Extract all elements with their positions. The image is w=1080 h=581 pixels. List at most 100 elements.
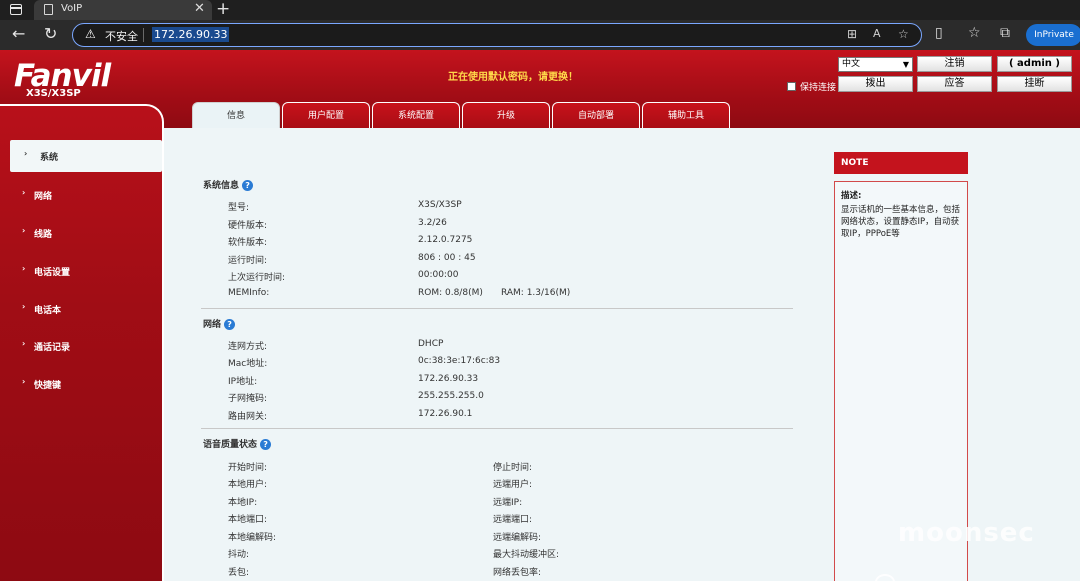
sidebar-item-network[interactable]: › 网络: [0, 179, 160, 211]
web-page: Fanvil X3S/X3SP 正在使用默认密码，请更换！ 中文 ▼ 注销 ( …: [0, 50, 1080, 581]
tab-auto-provision[interactable]: 自动部署: [552, 102, 640, 128]
chevron-right-icon: ›: [24, 149, 28, 158]
help-icon[interactable]: ?: [224, 319, 236, 330]
chevron-right-icon: ›: [22, 377, 26, 386]
field-label: 本地端口:: [228, 515, 268, 525]
keep-connected-label: 保持连接: [800, 83, 837, 93]
answer-button[interactable]: 应答: [917, 76, 992, 92]
field-label: 远端用户:: [493, 480, 533, 490]
sidebar-item-system[interactable]: › 系统: [10, 140, 162, 172]
app-available-icon[interactable]: ⊞: [847, 27, 857, 41]
new-tab-button[interactable]: +: [216, 0, 230, 19]
logout-button[interactable]: 注销: [917, 56, 992, 72]
field-label: 路由网关:: [228, 412, 268, 422]
field-label: 软件版本:: [228, 238, 268, 248]
field-label: 子网掩码:: [228, 394, 268, 404]
tab-info[interactable]: 信息: [192, 102, 280, 128]
field-label: 运行时间:: [228, 256, 268, 266]
sidebar-item-phonebook[interactable]: › 电话本: [0, 293, 160, 325]
sidebar-item-label: 快捷键: [34, 381, 62, 391]
watermark: moonsec: [898, 518, 1035, 548]
field-label: 远端IP:: [493, 498, 523, 508]
inprivate-badge[interactable]: InPrivate: [1026, 24, 1080, 46]
insecure-label: 不安全: [105, 30, 138, 43]
voice-quality-title: 语音质量状态?: [203, 437, 272, 450]
sidebar-item-label: 网络: [34, 192, 53, 202]
address-bar: ← ↻ ⚠ 不安全 172.26.90.33 ⊞ A ☆ ▯ ☆ ⧉: [0, 20, 1080, 50]
field-value: DHCP: [418, 339, 444, 349]
field-label: IP地址:: [228, 377, 258, 387]
close-tab-icon[interactable]: ✕: [194, 1, 205, 16]
reload-button[interactable]: ↻: [44, 24, 57, 43]
field-label: 网络丢包率:: [493, 568, 542, 578]
chevron-right-icon: ›: [22, 226, 26, 235]
field-value: 806 : 00 : 45: [418, 253, 476, 263]
sidebar-item-label: 通话记录: [34, 343, 71, 353]
tab-title: VoIP: [61, 3, 83, 14]
tab-tools[interactable]: 辅助工具: [642, 102, 730, 128]
hangup-button[interactable]: 挂断: [997, 76, 1072, 92]
window-menu-icon[interactable]: [10, 4, 22, 15]
field-label: 远端端口:: [493, 515, 533, 525]
help-icon[interactable]: ?: [260, 439, 272, 450]
field-label: 本地IP:: [228, 498, 258, 508]
help-icon[interactable]: ?: [242, 180, 254, 191]
note-header: NOTE: [834, 152, 968, 174]
field-label: 最大抖动缓冲区:: [493, 550, 560, 560]
field-value: 172.26.90.33: [418, 374, 479, 384]
field-label: 开始时间:: [228, 463, 268, 473]
split-screen-icon[interactable]: ▯: [935, 25, 943, 41]
field-label: Mac地址:: [228, 359, 268, 369]
section-divider: [201, 308, 793, 309]
chevron-right-icon: ›: [22, 302, 26, 311]
chevron-right-icon: ›: [22, 264, 26, 273]
tab-upgrade[interactable]: 升级: [462, 102, 550, 128]
browser-tab-strip: VoIP ✕ +: [0, 0, 1080, 20]
favorite-star-icon[interactable]: ☆: [898, 27, 909, 41]
sidebar-item-phone-settings[interactable]: › 电话设置: [0, 255, 160, 287]
sidebar-item-label: 线路: [34, 230, 53, 240]
field-value: X3S/X3SP: [418, 200, 462, 210]
sidebar-item-label: 电话设置: [34, 268, 71, 278]
section-title: 网络: [203, 320, 222, 330]
sidebar-item-label: 电话本: [34, 306, 62, 316]
chevron-right-icon: ›: [22, 339, 26, 348]
omnibox-separator: [143, 28, 144, 42]
document-icon: [44, 4, 53, 15]
collections-icon[interactable]: ⧉: [1000, 25, 1010, 41]
chevron-right-icon: ›: [22, 188, 26, 197]
language-select[interactable]: 中文 ▼: [838, 57, 913, 72]
field-value: ROM: 0.8/8(M): [418, 288, 483, 298]
favorites-icon[interactable]: ☆: [968, 25, 981, 41]
field-value: 255.255.255.0: [418, 391, 484, 401]
note-title: 描述:: [841, 191, 862, 201]
url-field[interactable]: ⚠ 不安全 172.26.90.33 ⊞ A ☆: [72, 23, 922, 47]
keep-connected[interactable]: 保持连接: [787, 80, 836, 93]
warning-icon: ⚠: [85, 27, 96, 41]
field-value: 00:00:00: [418, 270, 459, 280]
dial-button[interactable]: 拨出: [838, 76, 913, 92]
note-text: 显示话机的一些基本信息，包括网络状态，设置静态IP，自动获取IP，PPPoE等: [841, 205, 961, 239]
section-title: 系统信息: [203, 181, 240, 191]
browser-tab[interactable]: VoIP ✕: [34, 0, 212, 20]
sidebar-item-line[interactable]: › 线路: [0, 217, 160, 249]
field-value: 2.12.0.7275: [418, 235, 473, 245]
field-label: 连网方式:: [228, 342, 268, 352]
tab-system-config[interactable]: 系统配置: [372, 102, 460, 128]
field-label: 丢包:: [228, 568, 250, 578]
language-value: 中文: [842, 59, 861, 69]
system-info-title: 系统信息?: [203, 178, 254, 191]
section-divider: [201, 428, 793, 429]
field-value: 172.26.90.1: [418, 409, 473, 419]
sidebar-item-shortcuts[interactable]: › 快捷键: [0, 368, 160, 400]
read-aloud-icon[interactable]: A: [873, 27, 881, 40]
back-button[interactable]: ←: [12, 24, 25, 43]
field-label: 上次运行时间:: [228, 273, 286, 283]
tab-user-config[interactable]: 用户配置: [282, 102, 370, 128]
default-password-warning: 正在使用默认密码，请更换！: [448, 72, 578, 83]
field-label: MEMInfo:: [228, 288, 270, 298]
keep-connected-checkbox[interactable]: [787, 82, 796, 91]
field-label: 抖动:: [228, 550, 250, 560]
url-text[interactable]: 172.26.90.33: [152, 27, 230, 42]
sidebar-item-call-log[interactable]: › 通话记录: [0, 330, 160, 362]
